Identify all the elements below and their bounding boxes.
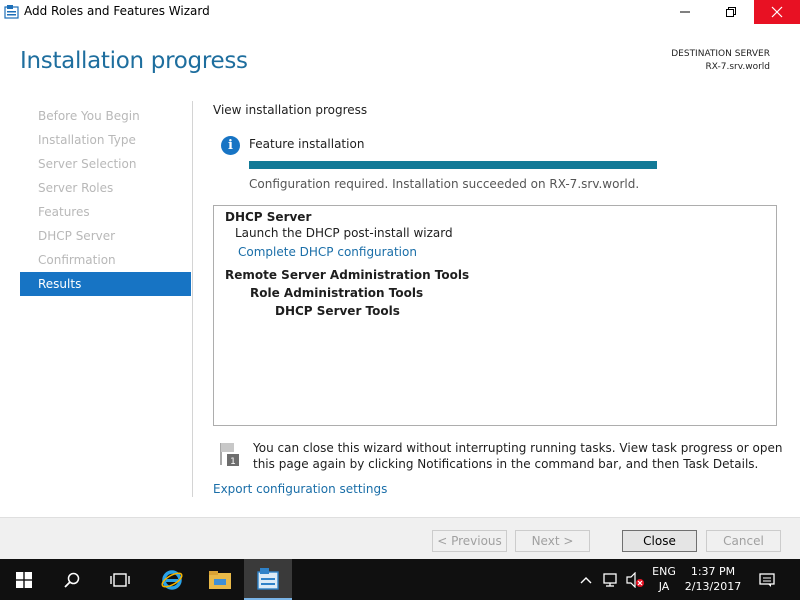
minimize-icon — [680, 11, 690, 13]
close-button[interactable]: Close — [622, 530, 697, 552]
network-button[interactable] — [600, 559, 622, 600]
info-icon: i — [221, 136, 240, 155]
network-icon — [603, 572, 617, 587]
result-dhcp-server-tools: DHCP Server Tools — [275, 304, 400, 318]
destination-server: DESTINATION SERVER RX-7.srv.world — [671, 48, 770, 74]
cancel-button[interactable]: Cancel — [706, 530, 781, 552]
status-text: Configuration required. Installation suc… — [249, 177, 640, 191]
result-launch-wizard: Launch the DHCP post-install wizard — [235, 226, 453, 240]
task-view-icon — [110, 572, 130, 587]
server-manager-taskbar-button[interactable] — [244, 559, 292, 600]
language-line-1: ENG — [652, 565, 676, 578]
notifications-icon — [759, 572, 775, 587]
nav-item-server-roles: Server Roles — [38, 181, 114, 195]
nav-item-installation-type: Installation Type — [38, 133, 136, 147]
wizard-footer: < Previous Next > Close Cancel — [0, 517, 800, 559]
next-button[interactable]: Next > — [515, 530, 590, 552]
feature-installation-label: Feature installation — [249, 137, 365, 151]
nav-item-features: Features — [38, 205, 90, 219]
nav-item-server-selection: Server Selection — [38, 157, 137, 171]
wizard-steps-nav: Before You Begin Installation Type Serve… — [20, 104, 191, 296]
nav-item-results[interactable]: Results — [20, 272, 191, 296]
destination-label: DESTINATION SERVER — [671, 49, 770, 59]
folder-icon — [209, 570, 231, 589]
result-rsat: Remote Server Administration Tools — [225, 268, 470, 282]
internet-explorer-button[interactable] — [148, 559, 196, 600]
wizard-header: Installation progress DESTINATION SERVER… — [0, 24, 800, 94]
input-language-indicator[interactable]: ENG JA — [648, 564, 680, 594]
notification-count-badge: 1 — [230, 457, 236, 467]
language-line-2: JA — [658, 580, 670, 593]
close-window-button[interactable] — [754, 0, 800, 24]
action-center-button[interactable] — [756, 559, 778, 600]
volume-muted-icon — [626, 571, 644, 588]
server-wizard-icon — [4, 5, 19, 19]
installation-progress-bar — [249, 161, 657, 169]
main-content: View installation progress i Feature ins… — [213, 101, 783, 501]
page-title: Installation progress — [20, 48, 248, 74]
task-view-button[interactable] — [96, 559, 144, 600]
complete-dhcp-configuration-link[interactable]: Complete DHCP configuration — [238, 245, 417, 259]
clock-time: 1:37 PM — [690, 565, 736, 578]
search-button[interactable] — [48, 559, 96, 600]
minimize-button[interactable] — [662, 0, 708, 24]
export-configuration-link[interactable]: Export configuration settings — [213, 482, 387, 496]
taskbar: ENG JA 1:37 PM 2/13/2017 — [0, 559, 800, 600]
nav-item-dhcp-server: DHCP Server — [38, 229, 116, 243]
nav-item-before-you-begin: Before You Begin — [38, 109, 140, 123]
restore-icon — [726, 7, 736, 17]
start-button[interactable] — [0, 559, 48, 600]
file-explorer-button[interactable] — [196, 559, 244, 600]
search-icon — [64, 572, 80, 588]
notice-text: You can close this wizard without interr… — [253, 441, 783, 471]
show-hidden-icons-button[interactable] — [576, 559, 596, 600]
windows-logo-icon — [16, 571, 32, 588]
server-wizard-icon — [257, 567, 279, 590]
progress-fill — [249, 161, 657, 169]
title-bar: Add Roles and Features Wizard — [0, 0, 800, 24]
destination-value: RX-7.srv.world — [705, 62, 770, 72]
nav-divider — [192, 101, 193, 497]
volume-button[interactable] — [624, 559, 646, 600]
clock[interactable]: 1:37 PM 2/13/2017 — [684, 564, 742, 594]
result-role-admin-tools: Role Administration Tools — [250, 286, 424, 300]
previous-button[interactable]: < Previous — [432, 530, 507, 552]
nav-item-confirmation: Confirmation — [38, 253, 116, 267]
close-icon — [771, 6, 783, 18]
notification-flag-icon: 1 — [220, 443, 239, 467]
window-title: Add Roles and Features Wizard — [24, 4, 210, 18]
internet-explorer-icon — [161, 569, 183, 590]
clock-date: 2/13/2017 — [684, 580, 742, 593]
chevron-up-icon — [580, 576, 592, 583]
result-dhcp-server: DHCP Server — [225, 210, 312, 224]
restore-button[interactable] — [708, 0, 754, 24]
results-list: DHCP Server Launch the DHCP post-install… — [213, 205, 777, 426]
view-progress-label: View installation progress — [213, 103, 368, 117]
